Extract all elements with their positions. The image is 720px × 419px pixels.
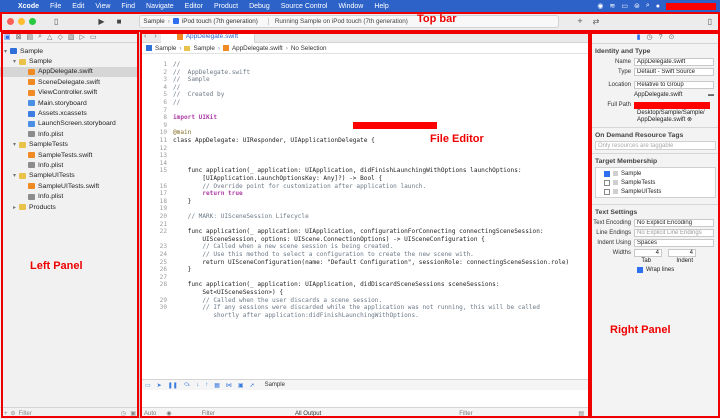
menu-window[interactable]: Window xyxy=(338,3,363,10)
menu-source-control[interactable]: Source Control xyxy=(281,3,328,10)
file-editor-annotation: File Editor xyxy=(430,133,484,145)
menu-find[interactable]: Find xyxy=(121,3,135,10)
search-icon[interactable]: ⌕ xyxy=(646,2,650,10)
left-panel-annotation: Left Panel xyxy=(30,260,83,272)
right-panel-annotation: Right Panel xyxy=(610,324,671,336)
menu-help[interactable]: Help xyxy=(374,3,388,10)
menu-edit[interactable]: Edit xyxy=(72,3,84,10)
file-editor-outline xyxy=(140,32,590,418)
top-bar-annotation: Top bar xyxy=(417,13,457,25)
battery-icon[interactable]: ▭ xyxy=(621,2,628,10)
menu-product[interactable]: Product xyxy=(214,3,238,10)
left-panel-outline xyxy=(1,32,139,418)
redacted-clock xyxy=(666,2,716,10)
menu-app[interactable]: Xcode xyxy=(18,3,39,10)
top-bar-outline xyxy=(0,12,720,32)
menu-navigate[interactable]: Navigate xyxy=(146,3,174,10)
user-icon[interactable]: ● xyxy=(656,3,660,10)
wifi-icon[interactable]: ≋ xyxy=(609,2,615,10)
menu-debug[interactable]: Debug xyxy=(249,3,270,10)
control-center-icon[interactable]: ⊜ xyxy=(634,2,640,10)
status-icon[interactable]: ◉ xyxy=(597,2,603,10)
menu-view[interactable]: View xyxy=(95,3,110,10)
menu-file[interactable]: File xyxy=(50,3,61,10)
menu-bar: Xcode File Edit View Find Navigate Edito… xyxy=(0,0,720,12)
menu-editor[interactable]: Editor xyxy=(185,3,203,10)
right-panel-outline xyxy=(590,32,720,418)
menubar-status-area: ◉ ≋ ▭ ⊜ ⌕ ● xyxy=(597,0,716,12)
